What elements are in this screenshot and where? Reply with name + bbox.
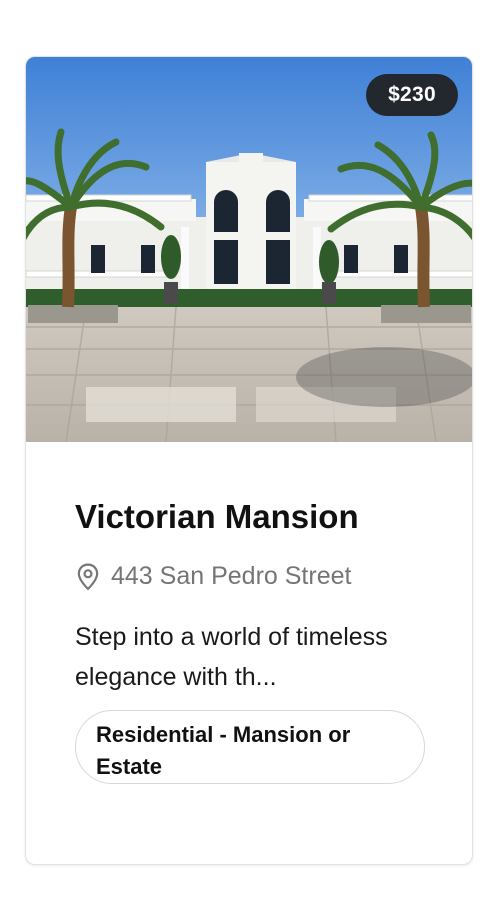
category-tag[interactable]: Residential - Mansion or Estate — [75, 710, 425, 784]
listing-card[interactable]: $230 Victorian Mansion 443 San Pedro Str… — [25, 56, 473, 865]
listing-description: Step into a world of timeless elegance w… — [75, 623, 388, 691]
address-text: 443 San Pedro Street — [111, 562, 352, 590]
location-pin-icon — [77, 563, 99, 590]
listing-title[interactable]: Victorian Mansion — [75, 498, 359, 536]
listing-address: 443 San Pedro Street — [75, 562, 351, 591]
price-badge: $230 — [366, 74, 458, 116]
listing-photo[interactable]: $230 — [26, 57, 472, 442]
